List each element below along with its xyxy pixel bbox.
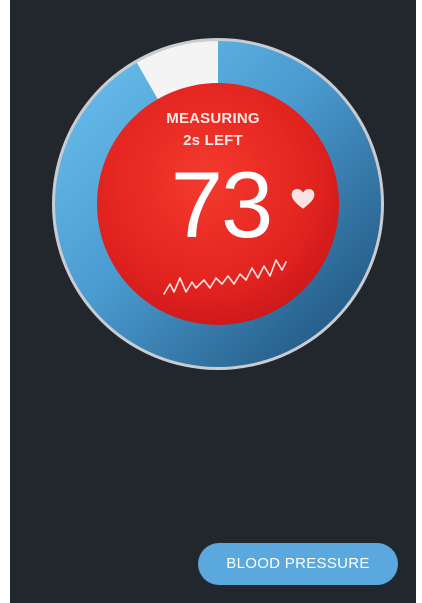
heart-rate-gauge: MEASURING 2s LEFT 73	[10, 0, 416, 420]
heart-icon	[291, 189, 315, 209]
status-text: MEASURING 2s LEFT	[10, 108, 416, 152]
heart-rate-value: 73	[170, 152, 274, 257]
measurement-screen: MEASURING 2s LEFT 73 BLOOD PRESSURE	[10, 0, 416, 603]
blood-pressure-button[interactable]: BLOOD PRESSURE	[198, 543, 398, 585]
pulse-wave-icon	[163, 259, 287, 295]
time-left-label: 2s LEFT	[183, 132, 243, 149]
measuring-status: MEASURING	[166, 110, 260, 127]
